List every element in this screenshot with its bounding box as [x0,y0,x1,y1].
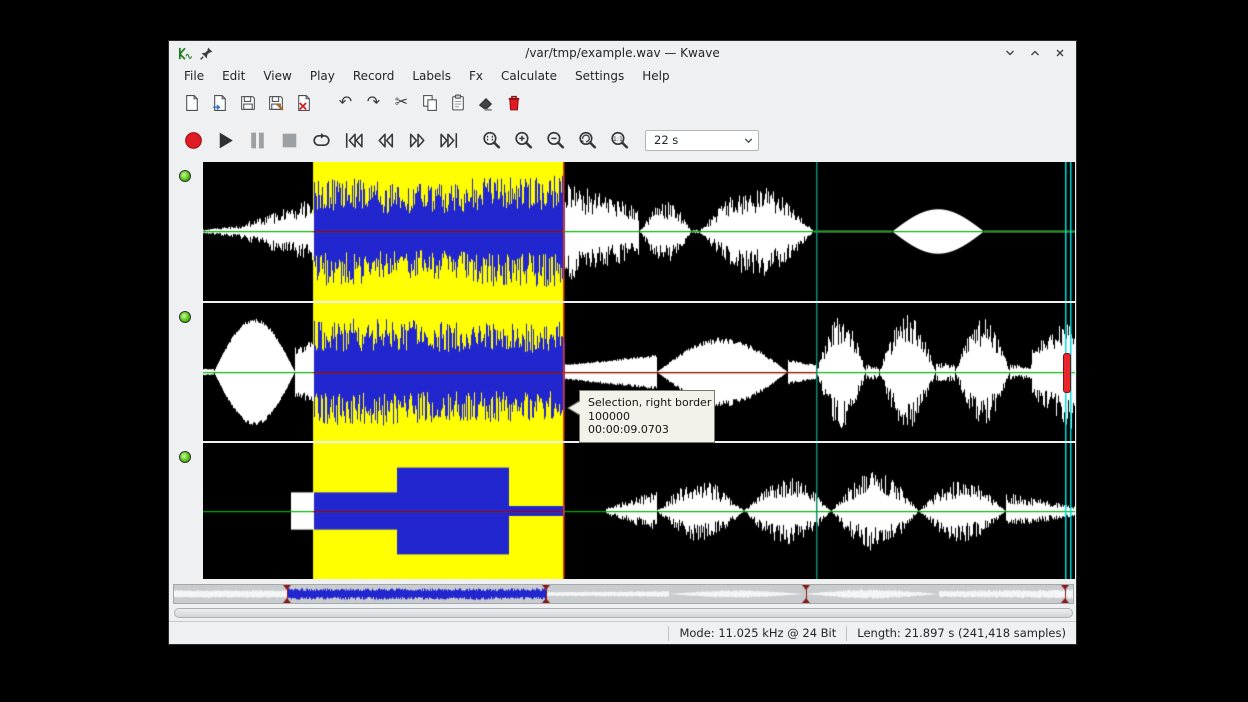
scrollbar-thumb[interactable] [174,608,1073,618]
menu-item-help[interactable]: Help [633,67,678,85]
menu-item-calculate[interactable]: Calculate [492,67,566,85]
new-button[interactable] [179,91,204,116]
menubar: FileEditViewPlayRecordLabelsFxCalculateS… [169,65,1076,87]
record-button[interactable] [177,124,209,156]
close-button[interactable] [1052,45,1068,61]
menu-item-record[interactable]: Record [344,67,403,85]
tooltip-title: Selection, right border [588,396,706,410]
close-button[interactable] [291,91,316,116]
redo-button[interactable]: ↷ [361,91,386,116]
play-button[interactable] [209,124,241,156]
statusbar: Mode: 11.025 kHz @ 24 Bit Length: 21.897… [169,621,1076,644]
overview-bar[interactable] [173,584,1074,604]
menu-item-fx[interactable]: Fx [460,67,492,85]
tooltip-time: 00:00:09.0703 [588,423,706,437]
zoom-duration-value: 22 s [654,133,678,147]
zoom-all-button[interactable] [571,124,603,156]
titlebar[interactable]: /var/tmp/example.wav — Kwave [169,41,1076,65]
menu-item-play[interactable]: Play [301,67,344,85]
transport-toolbar: 1:1 22 s [169,119,1076,161]
minimize-button[interactable] [1002,45,1018,61]
desktop: { "window": { "title": "/var/tmp/example… [0,0,1248,702]
svg-text:1:1: 1:1 [612,135,622,142]
pin-icon [199,46,214,61]
cut-button[interactable]: ✂ [389,91,414,116]
overview-waveform[interactable] [174,585,1073,603]
undo-button[interactable]: ↶ [333,91,358,116]
waveform-track-1[interactable] [203,162,1075,301]
track-enable-led[interactable] [179,311,191,323]
status-length: Length: 21.897 s (241,418 samples) [846,626,1076,641]
menu-item-settings[interactable]: Settings [566,67,633,85]
signal-area [169,162,1078,581]
track-enable-led[interactable] [179,170,191,182]
open-button[interactable] [207,91,232,116]
track-row-1 [169,162,1078,301]
copy-button[interactable] [417,91,442,116]
track-enable-led[interactable] [179,451,191,463]
pause-button[interactable] [241,124,273,156]
eraser-button[interactable] [473,91,498,116]
maximize-button[interactable] [1027,45,1043,61]
kwave-logo-icon [177,46,192,61]
skip-back-button[interactable] [337,124,369,156]
menu-item-edit[interactable]: Edit [213,67,254,85]
file-toolbar: ↶↷✂ [169,87,1076,119]
status-mode: Mode: 11.025 kHz @ 24 Bit [668,626,846,641]
paste-button[interactable] [445,91,470,116]
zoom-in-button[interactable] [507,124,539,156]
save-as-button[interactable] [263,91,288,116]
track-controls-1 [169,162,203,301]
transport-buttons [177,124,465,156]
menu-item-file[interactable]: File [175,67,213,85]
zoom-normal-button[interactable]: 1:1 [603,124,635,156]
zoom-duration-select[interactable]: 22 s [645,130,759,151]
tooltip-samples: 100000 [588,410,706,424]
rewind-button[interactable] [369,124,401,156]
zoom-buttons: 1:1 [475,124,635,156]
loop-button[interactable] [305,124,337,156]
waveform-track-3[interactable] [203,443,1075,579]
track-controls-2 [169,303,203,441]
chevron-down-icon [743,135,754,146]
window-title: /var/tmp/example.wav — Kwave [169,46,1076,60]
zoom-out-button[interactable] [539,124,571,156]
delete-button[interactable] [501,91,526,116]
save-button[interactable] [235,91,260,116]
menu-item-view[interactable]: View [254,67,300,85]
skip-forward-button[interactable] [433,124,465,156]
stop-button[interactable] [273,124,305,156]
selection-tooltip: Selection, right border 100000 00:00:09.… [579,390,715,443]
track-row-3 [169,443,1078,579]
forward-button[interactable] [401,124,433,156]
menu-item-labels[interactable]: Labels [403,67,460,85]
zoom-selection-button[interactable] [475,124,507,156]
horizontal-scrollbar[interactable] [174,608,1073,620]
kwave-window: /var/tmp/example.wav — Kwave FileEditVie… [168,40,1077,645]
selection-border-handle[interactable] [1063,353,1071,393]
track-controls-3 [169,443,203,579]
